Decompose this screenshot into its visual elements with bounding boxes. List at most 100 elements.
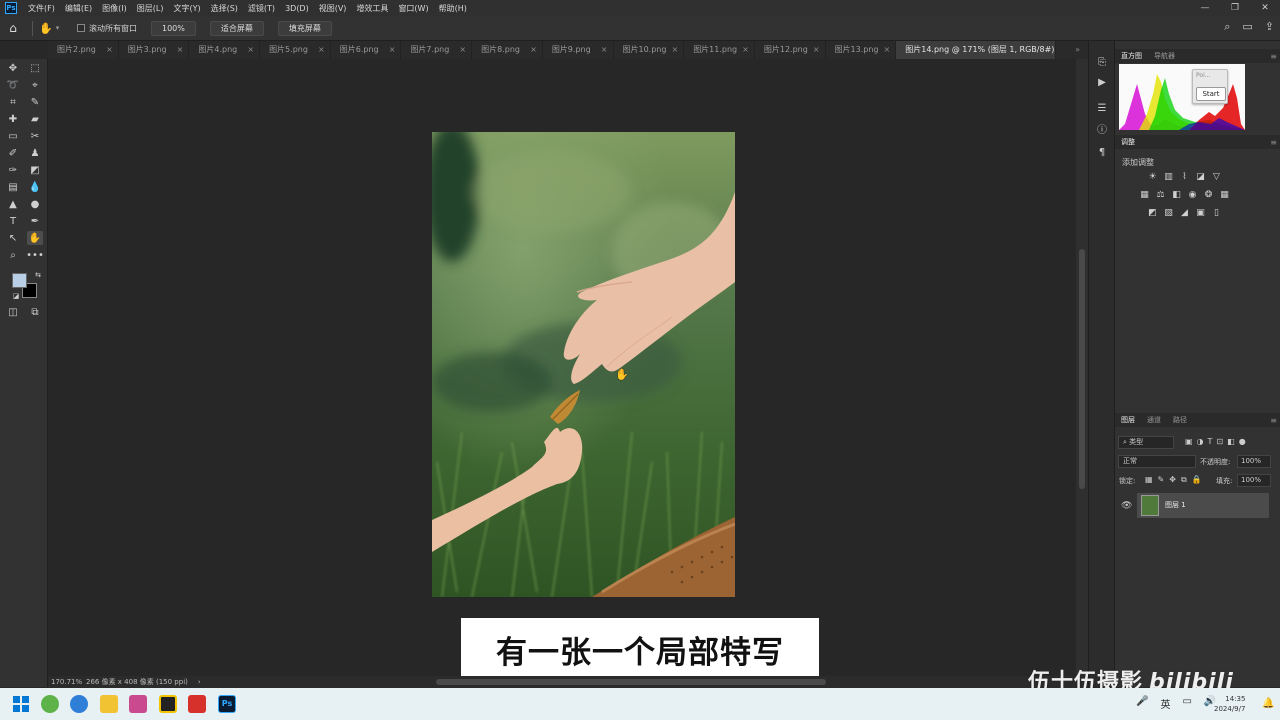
start-button[interactable]: Start [1196,87,1226,101]
quick-select-tool-icon[interactable]: ⌖ [27,78,43,92]
color-lookup-icon[interactable]: ▦ [1219,190,1230,201]
channel-mixer-icon[interactable]: ❂ [1203,190,1214,201]
history-brush-icon[interactable]: ✑ [5,163,21,177]
content-aware-move-icon[interactable]: ✂ [27,129,43,143]
path-pen-icon[interactable]: ✒ [27,214,43,228]
close-icon[interactable]: × [389,41,396,59]
close-icon[interactable]: × [247,41,254,59]
hand-tool-icon[interactable]: ✋ [27,231,43,245]
share-icon[interactable]: ⇪ [1265,20,1274,34]
doc-tab-active[interactable]: 图片14.png @ 171% (图层 1, RGB/8#) * [896,41,1057,59]
close-icon[interactable]: × [671,41,678,59]
horizontal-scrollbar[interactable] [436,679,826,685]
doc-tab[interactable]: 图片12.png × [755,41,826,59]
close-icon[interactable]: × [177,41,184,59]
pen-tool-icon[interactable]: ● [27,197,43,211]
panel-menu-icon[interactable]: ≡ [1270,138,1277,147]
info-icon[interactable]: ⓘ [1095,121,1109,136]
image-app-icon[interactable] [129,695,147,713]
healing-brush-icon[interactable]: ✚ [5,112,21,126]
eye-icon[interactable]: 👁 [1121,501,1132,511]
black-white-icon[interactable]: ◧ [1171,190,1182,201]
screen-mode-icon[interactable]: ⧉ [27,305,43,319]
microphone-icon[interactable]: 🎤 [1136,696,1148,711]
close-icon[interactable]: ✕ [1250,0,1280,16]
windows-start-icon[interactable] [12,695,30,713]
menu-view[interactable]: 视图(V) [314,3,352,14]
swap-colors-icon[interactable]: ⇆ [30,268,46,282]
dodge-tool-icon[interactable]: ▲ [5,197,21,211]
menu-help[interactable]: 帮助(H) [434,3,472,14]
blend-mode-select[interactable]: 正常 [1118,455,1196,468]
restore-icon[interactable]: ❐ [1220,0,1250,16]
fit-screen-button[interactable]: 适合屏幕 [209,20,264,36]
properties-icon[interactable]: ☰ [1095,103,1109,117]
vertical-scrollbar[interactable] [1076,59,1088,676]
close-icon[interactable]: × [530,41,537,59]
tab-histogram[interactable]: 直方图 [1115,51,1148,61]
close-icon[interactable]: × [106,41,113,59]
doc-tab[interactable]: 图片4.png × [189,41,261,59]
close-icon[interactable]: × [601,41,608,59]
color-balance-icon[interactable]: ⚖ [1155,190,1166,201]
zoom-tool-icon[interactable]: ⌕ [5,248,21,262]
tab-adjustments[interactable]: 调整 [1115,137,1141,147]
curves-icon[interactable]: ⌇ [1179,172,1190,183]
close-icon[interactable]: × [884,41,891,59]
document-image[interactable] [432,132,735,597]
fill-screen-button[interactable]: 填充屏幕 [277,20,332,36]
minimize-icon[interactable]: — [1190,0,1220,16]
hue-saturation-icon[interactable]: ▦ [1139,190,1150,201]
vibrance-icon[interactable]: ▽ [1211,172,1222,183]
threshold-icon[interactable]: ◢ [1179,208,1190,219]
tab-overflow-icon[interactable]: » [1075,41,1080,59]
file-explorer-icon[interactable] [100,695,118,713]
menu-image[interactable]: 图像(I) [97,3,132,14]
close-icon[interactable]: × [459,41,466,59]
opacity-input[interactable]: 100% [1237,455,1271,468]
menu-type[interactable]: 文字(Y) [168,3,205,14]
type-tool-icon[interactable]: T [5,214,21,228]
layer-row[interactable]: 图层 1 [1137,493,1269,518]
gradient-map-icon[interactable]: ▯ [1211,208,1222,219]
language-indicator[interactable]: 英 [1160,696,1170,711]
doc-tab[interactable]: 图片13.png × [826,41,897,59]
tool-preset-picker[interactable]: ✋ ▾ [39,22,71,35]
invert-icon[interactable]: ◩ [1147,208,1158,219]
close-icon[interactable]: × [318,41,325,59]
play-action-icon[interactable]: ▶ [1095,77,1109,91]
brightness-icon[interactable]: ☀ [1147,172,1158,183]
menu-window[interactable]: 窗口(W) [393,3,433,14]
blur-tool-icon[interactable]: 💧 [27,180,43,194]
history-icon[interactable]: ⎘ [1095,57,1109,71]
brush-tool-icon[interactable]: ✐ [5,146,21,160]
levels-icon[interactable]: ▥ [1163,172,1174,183]
wps-icon[interactable] [188,695,206,713]
browser-icon[interactable] [70,695,88,713]
fill-input[interactable]: 100% [1237,474,1271,487]
tab-channels[interactable]: 通道 [1141,415,1167,425]
quick-mask-icon[interactable]: ◫ [5,305,21,319]
layer-filter-select[interactable]: ⌕ 类型 [1118,436,1174,449]
menu-select[interactable]: 选择(S) [206,3,243,14]
lock-icons[interactable]: ▦✎✥⧉🔒 [1145,475,1207,485]
tab-navigator[interactable]: 导航器 [1148,51,1181,61]
frame-tool-icon[interactable]: ▭ [5,129,21,143]
foreground-color-swatch[interactable] [12,273,27,288]
notification-icon[interactable]: 🔔 [1262,698,1274,709]
panel-menu-icon[interactable]: ≡ [1270,416,1277,425]
workspace-icon[interactable]: ▭ [1242,20,1252,34]
menu-layer[interactable]: 图层(L) [132,3,169,14]
menu-edit[interactable]: 编辑(E) [60,3,97,14]
search-icon[interactable]: ⌕ [1224,20,1230,34]
eyedropper-tool-icon[interactable]: ✎ [27,95,43,109]
doc-tab[interactable]: 图片2.png × [48,41,119,59]
tab-layers[interactable]: 图层 [1115,415,1141,425]
panel-menu-icon[interactable]: ≡ [1270,52,1277,61]
exposure-icon[interactable]: ◪ [1195,172,1206,183]
default-colors-icon[interactable]: ◪ [8,289,24,303]
eraser-tool-icon[interactable]: ◩ [27,163,43,177]
lasso-tool-icon[interactable]: ➰ [5,78,21,92]
close-icon[interactable]: × [813,41,820,59]
photoshop-taskbar-icon[interactable]: Ps [218,695,236,713]
